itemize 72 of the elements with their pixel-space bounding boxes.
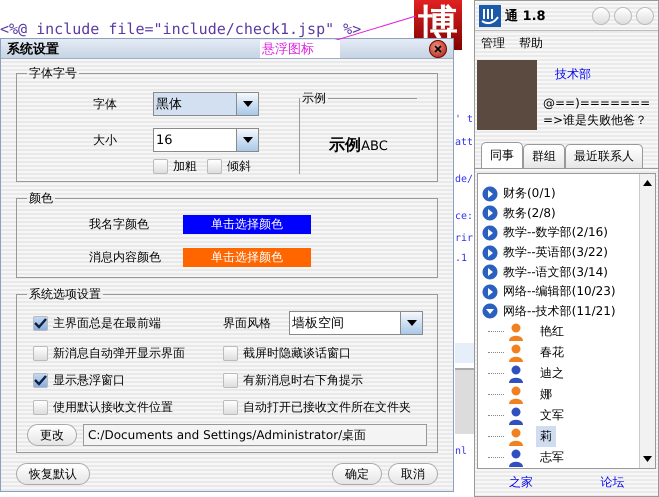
- checkbox[interactable]: 截屏时隐藏谈话窗口: [223, 345, 427, 362]
- group-row[interactable]: 教学--语文部(3/14): [478, 262, 639, 282]
- checkbox[interactable]: 新消息自动弹开显示界面: [33, 345, 223, 362]
- signature-text: @==)========>谁是失败他爸？: [543, 95, 652, 129]
- contact-name[interactable]: 文军: [536, 405, 568, 426]
- callout-label: 悬浮图标: [260, 40, 340, 58]
- menu-item[interactable]: 帮助: [519, 35, 543, 52]
- group-row[interactable]: 教务(2/8): [478, 204, 639, 224]
- footer-link[interactable]: 之家: [508, 474, 533, 491]
- tab[interactable]: 最近联系人: [565, 144, 643, 168]
- group-row[interactable]: 教学--英语部(3/22): [478, 242, 639, 262]
- preview-sample: 示例ABC: [329, 134, 388, 156]
- size-select[interactable]: 16: [153, 128, 259, 152]
- color-button[interactable]: 单击选择颜色: [183, 215, 311, 234]
- checkbox[interactable]: 自动打开已接收文件所在文件夹: [223, 399, 427, 416]
- group-title: 字体字号: [28, 65, 78, 82]
- path-field[interactable]: C:/Documents and Settings/Administrator/桌面: [83, 424, 427, 446]
- editor-panel-strip: [455, 368, 474, 434]
- photo-placeholder: [477, 60, 537, 130]
- close-button[interactable]: [429, 40, 447, 58]
- field-label: 消息内容颜色: [89, 249, 162, 266]
- checkbox[interactable]: 显示悬浮窗口: [33, 372, 223, 389]
- code-fragment: att: [455, 137, 474, 148]
- field-label: 字体: [93, 96, 117, 112]
- change-button[interactable]: 更改: [27, 424, 77, 446]
- contact-name[interactable]: 迪之: [536, 363, 568, 384]
- footer-link[interactable]: 论坛: [600, 474, 624, 491]
- check-icon: [34, 318, 47, 328]
- window-title: 系统设置: [7, 40, 59, 58]
- contact-name[interactable]: 艳红: [536, 321, 568, 342]
- group-title: 系统选项设置: [28, 286, 102, 303]
- tab[interactable]: 同事: [481, 142, 523, 168]
- code-fragment: nl: [455, 446, 468, 457]
- menu-item[interactable]: 管理: [481, 35, 505, 52]
- group-row[interactable]: 教学--数学部(2/16): [478, 223, 639, 243]
- font-select[interactable]: 黑体: [153, 92, 259, 116]
- contact-name[interactable]: 春花: [536, 342, 568, 364]
- checkbox[interactable]: 有新消息时右下角提示: [223, 372, 427, 389]
- contact-name[interactable]: 娜: [536, 384, 556, 406]
- tab[interactable]: 群组: [523, 144, 565, 168]
- group-title: 颜色: [28, 190, 54, 207]
- close-icon: [434, 44, 442, 52]
- field-label: 界面风格: [223, 314, 271, 332]
- checkbox[interactable]: 加粗: [153, 158, 197, 175]
- code-fragment: de/: [455, 174, 474, 185]
- group-row[interactable]: 财务(0/1): [478, 184, 639, 204]
- check-icon: [34, 375, 47, 386]
- checkbox[interactable]: 使用默认接收文件位置: [33, 399, 223, 416]
- checkbox[interactable]: 倾斜: [207, 158, 251, 175]
- field-label: 我名字颜色: [89, 216, 150, 233]
- group-title: 示例: [301, 90, 327, 107]
- code-line: <%@ include file="include/check1.jsp" %>: [0, 20, 362, 38]
- profile-name-link[interactable]: 技术部: [543, 66, 653, 83]
- checkbox[interactable]: 主界面总是在最前端: [33, 314, 223, 332]
- ok-button[interactable]: 确定: [332, 463, 382, 485]
- dropdown-arrow-icon: [242, 101, 252, 107]
- window-title: 通 1.8: [505, 8, 547, 24]
- logo-icon: [479, 4, 501, 26]
- style-select[interactable]: 墙板空间: [289, 311, 423, 335]
- group-row[interactable]: 网络--编辑部(10/23): [478, 282, 639, 302]
- dropdown-arrow-icon: [406, 320, 416, 326]
- group-row[interactable]: 网络--技术部(11/21): [478, 301, 639, 322]
- dropdown-arrow-icon: [242, 137, 252, 143]
- code-fragment: .1: [455, 253, 468, 264]
- cancel-button[interactable]: 取消: [388, 463, 438, 485]
- contact-name[interactable]: 志军: [536, 447, 568, 468]
- field-label: 大小: [93, 132, 117, 148]
- contact-name[interactable]: 莉: [536, 426, 556, 448]
- code-fragment: ' t: [455, 114, 474, 125]
- code-fragment: ce:: [455, 211, 474, 222]
- code-fragment: rir: [455, 233, 474, 244]
- reset-button[interactable]: 恢复默认: [16, 463, 90, 485]
